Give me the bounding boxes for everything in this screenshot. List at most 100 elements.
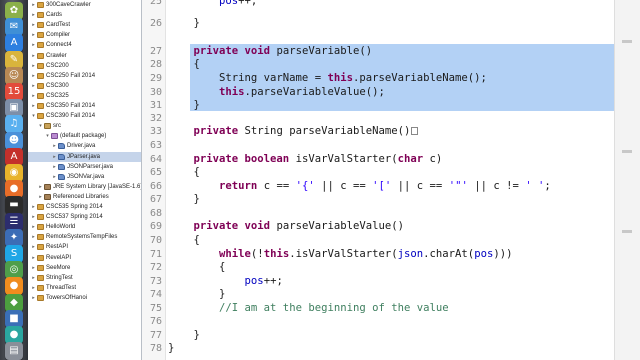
finder-icon[interactable]: ☻: [5, 131, 23, 150]
collapsed-arrow-icon[interactable]: ▸: [30, 101, 37, 111]
collapsed-arrow-icon[interactable]: ▸: [51, 141, 58, 151]
collapsed-arrow-icon[interactable]: ▸: [30, 81, 37, 91]
collapsed-arrow-icon[interactable]: ▸: [30, 51, 37, 61]
code-line[interactable]: private void parseVariable(): [168, 45, 373, 58]
code-line[interactable]: this.parseVariableValue();: [168, 86, 385, 99]
tree-item[interactable]: ▸ RevelAPI: [28, 253, 141, 263]
terminal-icon[interactable]: ▬: [5, 196, 23, 215]
collapsed-arrow-icon[interactable]: ▸: [30, 273, 37, 283]
collapsed-arrow-icon[interactable]: ▸: [51, 172, 58, 182]
collapsed-arrow-icon[interactable]: ▸: [30, 0, 37, 10]
overview-mark[interactable]: [622, 150, 632, 153]
code-line[interactable]: {: [168, 58, 200, 71]
tree-item[interactable]: ▸ RestAPI: [28, 242, 141, 252]
tree-item[interactable]: ▾ CSC390 Fall 2014: [28, 111, 141, 121]
tree-item[interactable]: ▸ StringTest: [28, 273, 141, 283]
project-icon: [37, 92, 44, 99]
app-gray-icon[interactable]: ▤: [5, 342, 23, 360]
overview-mark[interactable]: [622, 230, 632, 233]
code-line[interactable]: pos++;: [168, 275, 283, 288]
code-line[interactable]: }: [168, 193, 200, 206]
collapsed-arrow-icon[interactable]: ▸: [51, 152, 58, 162]
tree-item[interactable]: ▸ CSC537 Spring 2014: [28, 212, 141, 222]
tree-item[interactable]: ▸ Cards: [28, 10, 141, 20]
collapsed-arrow-icon[interactable]: ▸: [30, 61, 37, 71]
collapsed-arrow-icon[interactable]: ▸: [30, 10, 37, 20]
tree-item[interactable]: ▸ CSC350 Fall 2014: [28, 101, 141, 111]
tree-item[interactable]: ▸ JSONParser.java: [28, 162, 141, 172]
code-line[interactable]: {: [168, 261, 225, 274]
app-orange-icon[interactable]: ●: [5, 277, 23, 296]
collapsed-arrow-icon[interactable]: ▸: [30, 232, 37, 242]
tree-item[interactable]: ▸ CardTest: [28, 20, 141, 30]
tree-item[interactable]: ▸ JSONVar.java: [28, 172, 141, 182]
collapsed-arrow-icon[interactable]: ▸: [30, 20, 37, 30]
code-line[interactable]: private boolean isVarValStarter(char c): [168, 153, 443, 166]
overview-mark[interactable]: [622, 40, 632, 43]
expanded-arrow-icon[interactable]: ▾: [30, 111, 37, 121]
code-line[interactable]: String varName = this.parseVariableName(…: [168, 72, 487, 85]
collapsed-arrow-icon[interactable]: ▸: [30, 91, 37, 101]
code-line[interactable]: private void parseVariableValue(): [168, 220, 404, 233]
code-line[interactable]: return c == '{' || c == '[' || c == '"' …: [168, 180, 551, 193]
collapsed-arrow-icon[interactable]: ▸: [30, 30, 37, 40]
appstore-icon[interactable]: A: [5, 34, 23, 53]
code-line[interactable]: {: [168, 234, 200, 247]
code-line[interactable]: private String parseVariableName(): [168, 125, 419, 138]
tree-item[interactable]: ▸ CSC200: [28, 61, 141, 71]
code-line[interactable]: //I am at the beginning of the value: [168, 302, 449, 315]
tree-item[interactable]: ▸ ThreadTest: [28, 283, 141, 293]
app-green-icon[interactable]: ◆: [5, 293, 23, 312]
collapsed-arrow-icon[interactable]: ▸: [30, 253, 37, 263]
tree-item[interactable]: ▸ Driver.java: [28, 141, 141, 151]
project-icon: [37, 224, 44, 231]
tree-item[interactable]: ▸ Connect4: [28, 40, 141, 50]
itunes-icon[interactable]: ♫: [5, 115, 23, 134]
tree-item[interactable]: ▾ (default package): [28, 131, 141, 141]
tree-item[interactable]: ▸ JParser.java: [28, 151, 141, 162]
tree-item[interactable]: ▸ CSC300: [28, 81, 141, 91]
expanded-arrow-icon[interactable]: ▾: [37, 121, 44, 131]
line-number: 78: [149, 343, 162, 354]
tree-item-label: CSC325: [46, 92, 69, 99]
tree-item[interactable]: ▸ CSC250 Fall 2014: [28, 71, 141, 81]
collapsed-arrow-icon[interactable]: ▸: [30, 242, 37, 252]
collapsed-arrow-icon[interactable]: ▸: [37, 192, 44, 202]
collapsed-arrow-icon[interactable]: ▸: [30, 293, 37, 303]
tree-item[interactable]: ▸ CSC325: [28, 91, 141, 101]
tree-item[interactable]: ▸ SeeMore: [28, 263, 141, 273]
overview-ruler[interactable]: [614, 0, 640, 360]
tree-item[interactable]: ▸ Crawler: [28, 51, 141, 61]
code-line[interactable]: {: [168, 166, 200, 179]
tree-item[interactable]: ▸ Compiler: [28, 30, 141, 40]
collapsed-arrow-icon[interactable]: ▸: [37, 182, 44, 192]
tree-item[interactable]: ▸ 300CaveCrawler: [28, 0, 141, 10]
collapsed-arrow-icon[interactable]: ▸: [30, 40, 37, 50]
expanded-arrow-icon[interactable]: ▾: [44, 131, 51, 141]
code-line[interactable]: }: [168, 17, 200, 30]
code-line[interactable]: }: [168, 342, 174, 355]
line-number: 65: [149, 167, 162, 178]
collapsed-arrow-icon[interactable]: ▸: [30, 71, 37, 81]
tree-item[interactable]: ▸ HelloWorld: [28, 222, 141, 232]
code-line[interactable]: }: [168, 329, 200, 342]
collapsed-arrow-icon[interactable]: ▸: [51, 162, 58, 172]
collapsed-arrow-icon[interactable]: ▸: [30, 283, 37, 293]
collapsed-arrow-icon[interactable]: ▸: [30, 222, 37, 232]
tree-item[interactable]: ▸ Referenced Libraries: [28, 192, 141, 202]
collapsed-arrow-icon[interactable]: ▸: [30, 202, 37, 212]
tree-item[interactable]: ▸ TowersOfHanoi: [28, 293, 141, 303]
code-line[interactable]: }: [168, 288, 225, 301]
collapsed-arrow-icon[interactable]: ▸: [30, 212, 37, 222]
code-editor[interactable]: 25 26 27 28 29 30 31 32 33 63 64 65 66 67 68 69 70 71 72 73…: [142, 0, 640, 360]
code-line[interactable]: }: [168, 99, 200, 112]
code-line[interactable]: while(!this.isVarValStarter(json.charAt(…: [168, 248, 512, 261]
eclipse-icon[interactable]: ☰: [5, 212, 23, 231]
code-line[interactable]: pos++;: [168, 0, 257, 8]
tree-item[interactable]: ▸ CSC535 Spring 2014: [28, 202, 141, 212]
tree-item[interactable]: ▾ src: [28, 121, 141, 131]
collapsed-arrow-icon[interactable]: ▸: [30, 263, 37, 273]
tree-item[interactable]: ▸ RemoteSystemsTempFiles: [28, 232, 141, 242]
notes-icon[interactable]: ✎: [5, 50, 23, 69]
tree-item[interactable]: ▸ JRE System Library [JavaSE-1.6]: [28, 182, 141, 192]
